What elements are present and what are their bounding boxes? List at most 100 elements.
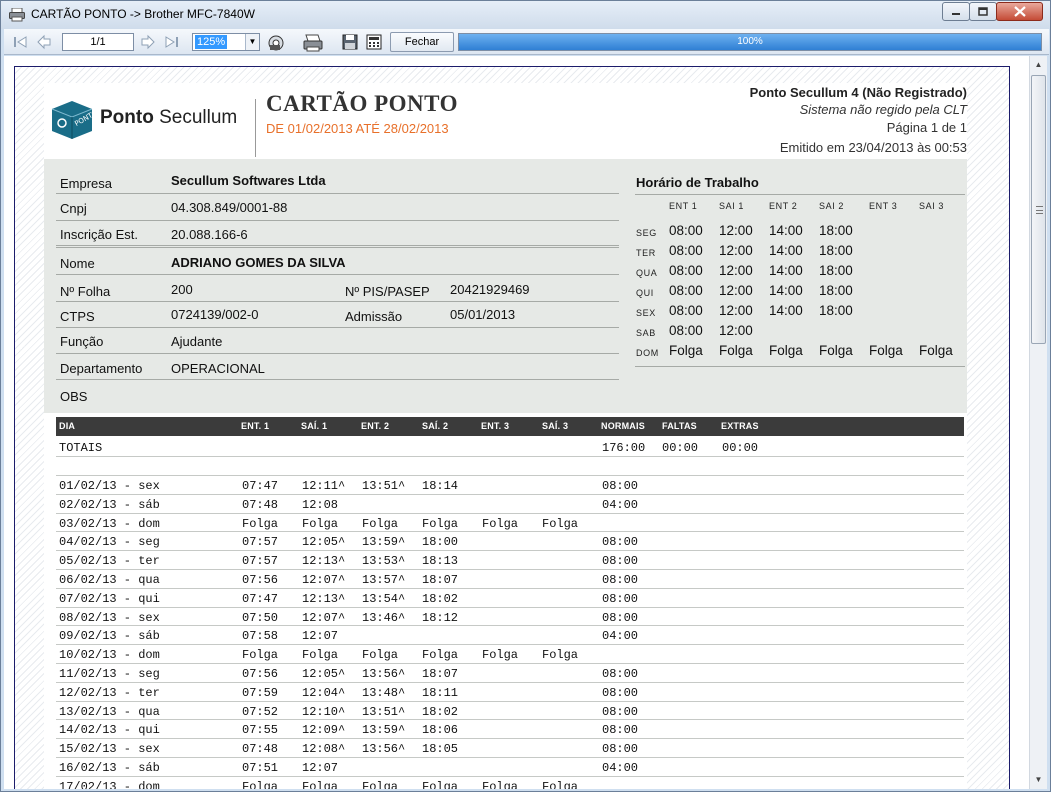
last-page-button[interactable]	[162, 32, 182, 52]
page-number-input[interactable]: 1/1	[62, 33, 134, 51]
system-name: Ponto Secullum 4 (Não Registrado)	[749, 85, 967, 100]
table-cell: 08:00	[602, 573, 639, 587]
first-page-icon	[14, 36, 27, 48]
table-cell: 12:04^	[302, 685, 346, 700]
table-cell: 18:13	[422, 554, 459, 569]
table-cell: 12:05^	[302, 667, 346, 681]
table-cell: 08/02/13 - sex	[59, 610, 160, 625]
schedule-header: SAI 1	[719, 201, 745, 211]
nome-label: Nome	[60, 256, 95, 271]
column-header: FALTAS	[662, 421, 697, 431]
table-cell: 11/02/13 - seg	[59, 667, 160, 681]
print-setup-button[interactable]	[265, 32, 285, 52]
table-cell: 08:00	[602, 685, 639, 700]
scroll-up-icon[interactable]: ▲	[1030, 56, 1047, 73]
table-cell: 04:00	[602, 629, 639, 644]
table-row: 09/02/13 - sáb 07:58 12:07 04:00	[56, 626, 964, 646]
table-cell: 13:54^	[362, 591, 406, 606]
prev-page-button[interactable]	[34, 32, 54, 52]
zoom-select[interactable]: 125% ▼	[192, 33, 260, 51]
schedule-time: 18:00	[819, 283, 853, 298]
page-frame: PONTO Ponto Secullum CARTÃO PONTO DE 01/…	[14, 66, 1010, 789]
prev-page-icon	[37, 34, 51, 50]
ie-value: 20.088.166-6	[171, 227, 248, 242]
scroll-down-icon[interactable]: ▼	[1030, 771, 1047, 788]
table-cell: 07:59	[242, 685, 279, 700]
table-row: 06/02/13 - qua 07:56 12:07^ 13:57^ 18:07 08:0…	[56, 570, 964, 589]
chevron-down-icon[interactable]: ▼	[245, 34, 259, 50]
schedule-time: Folga	[869, 343, 903, 358]
table-cell: 08:00	[602, 591, 639, 606]
save-button[interactable]	[340, 32, 360, 52]
schedule-time: 14:00	[769, 243, 803, 258]
funcao-value: Ajudante	[171, 334, 223, 349]
maximize-button[interactable]	[969, 2, 997, 21]
vertical-scrollbar[interactable]: ▲ ▼	[1029, 56, 1047, 789]
report-page: PONTO Ponto Secullum CARTÃO PONTO DE 01/…	[44, 83, 967, 789]
table-cell: 07:52	[242, 704, 279, 719]
table-cell: 12:07	[302, 761, 339, 775]
table-cell: Folga	[482, 648, 519, 663]
table-cell: 15/02/13 - sex	[59, 742, 160, 757]
schedule-header: SAI 2	[819, 201, 845, 211]
schedule-time: 08:00	[669, 323, 703, 338]
table-row: 13/02/13 - qua 07:52 12:10^ 13:51^ 18:02 08:0…	[56, 702, 964, 721]
first-page-button[interactable]	[10, 32, 30, 52]
schedule-time: Folga	[819, 343, 853, 358]
table-cell: 09/02/13 - sáb	[59, 629, 160, 644]
pis-value: 20421929469	[450, 282, 530, 297]
schedule-time: 18:00	[819, 263, 853, 278]
schedule-time: 14:00	[769, 303, 803, 318]
title-bar[interactable]: CARTÃO PONTO -> Brother MFC-7840W	[1, 1, 1050, 29]
table-cell: 18:02	[422, 704, 459, 719]
table-row: 17/02/13 - dom Folga Folga Folga Folga Folga F…	[56, 777, 964, 789]
scrollbar-thumb[interactable]	[1031, 75, 1046, 344]
column-header: SAÍ. 1	[301, 421, 328, 431]
totals-row: TOTAIS 176:00 00:00 00:00	[56, 438, 964, 457]
table-cell: 12:08^	[302, 742, 346, 757]
preview-viewport[interactable]: PONTO Ponto Secullum CARTÃO PONTO DE 01/…	[4, 56, 1029, 789]
column-header: DIA	[59, 421, 76, 431]
table-cell: 07:57	[242, 535, 279, 550]
depto-value: OPERACIONAL	[171, 361, 265, 376]
table-cell: 07:50	[242, 610, 279, 625]
next-page-button[interactable]	[138, 32, 158, 52]
minimize-button[interactable]	[942, 2, 970, 21]
brand-bold: Ponto	[100, 107, 154, 128]
schedule-time: Folga	[919, 343, 953, 358]
close-window-button[interactable]	[996, 2, 1043, 21]
table-row: 15/02/13 - sex 07:48 12:08^ 13:56^ 18:05 08:0…	[56, 739, 964, 758]
table-cell: Folga	[542, 648, 579, 663]
schedule-time: Folga	[669, 343, 703, 358]
close-preview-button[interactable]: Fechar	[390, 32, 454, 52]
table-cell: 12/02/13 - ter	[59, 685, 160, 700]
column-header: SAÍ. 2	[422, 421, 449, 431]
totals-extras: 00:00	[722, 441, 759, 455]
table-cell: 04:00	[602, 761, 639, 775]
table-row: 11/02/13 - seg 07:56 12:05^ 13:56^ 18:07 08:0…	[56, 664, 964, 683]
table-row: 14/02/13 - qui 07:55 12:09^ 13:59^ 18:06 08:0…	[56, 720, 964, 740]
table-cell: Folga	[302, 648, 339, 663]
report-period: DE 01/02/2013 ATÉ 28/02/2013	[266, 121, 449, 136]
table-cell: 03/02/13 - dom	[59, 516, 160, 531]
header-divider	[255, 99, 256, 157]
print-button[interactable]	[301, 32, 323, 52]
table-cell: 01/02/13 - sex	[59, 479, 160, 493]
column-header: SAÍ. 3	[542, 421, 569, 431]
toolbar: 1/1 125% ▼ Fechar 100%	[4, 29, 1049, 55]
table-cell: Folga	[362, 648, 399, 663]
table-cell: 18:11	[422, 685, 459, 700]
column-header: EXTRAS	[721, 421, 759, 431]
table-cell: 12:07	[302, 629, 339, 644]
schedule-time: 18:00	[819, 223, 853, 238]
brand-rest: Secullum	[159, 107, 238, 128]
ctps-label: CTPS	[60, 309, 95, 324]
table-cell: 13:59^	[362, 535, 406, 550]
schedule-day: SEX	[636, 308, 656, 318]
folha-value: 200	[171, 282, 193, 297]
calculator-button[interactable]	[364, 32, 384, 52]
table-cell: 07:48	[242, 742, 279, 757]
totals-faltas: 00:00	[662, 441, 699, 455]
table-cell: 07:58	[242, 629, 279, 644]
schedule-title: Horário de Trabalho	[636, 175, 759, 190]
